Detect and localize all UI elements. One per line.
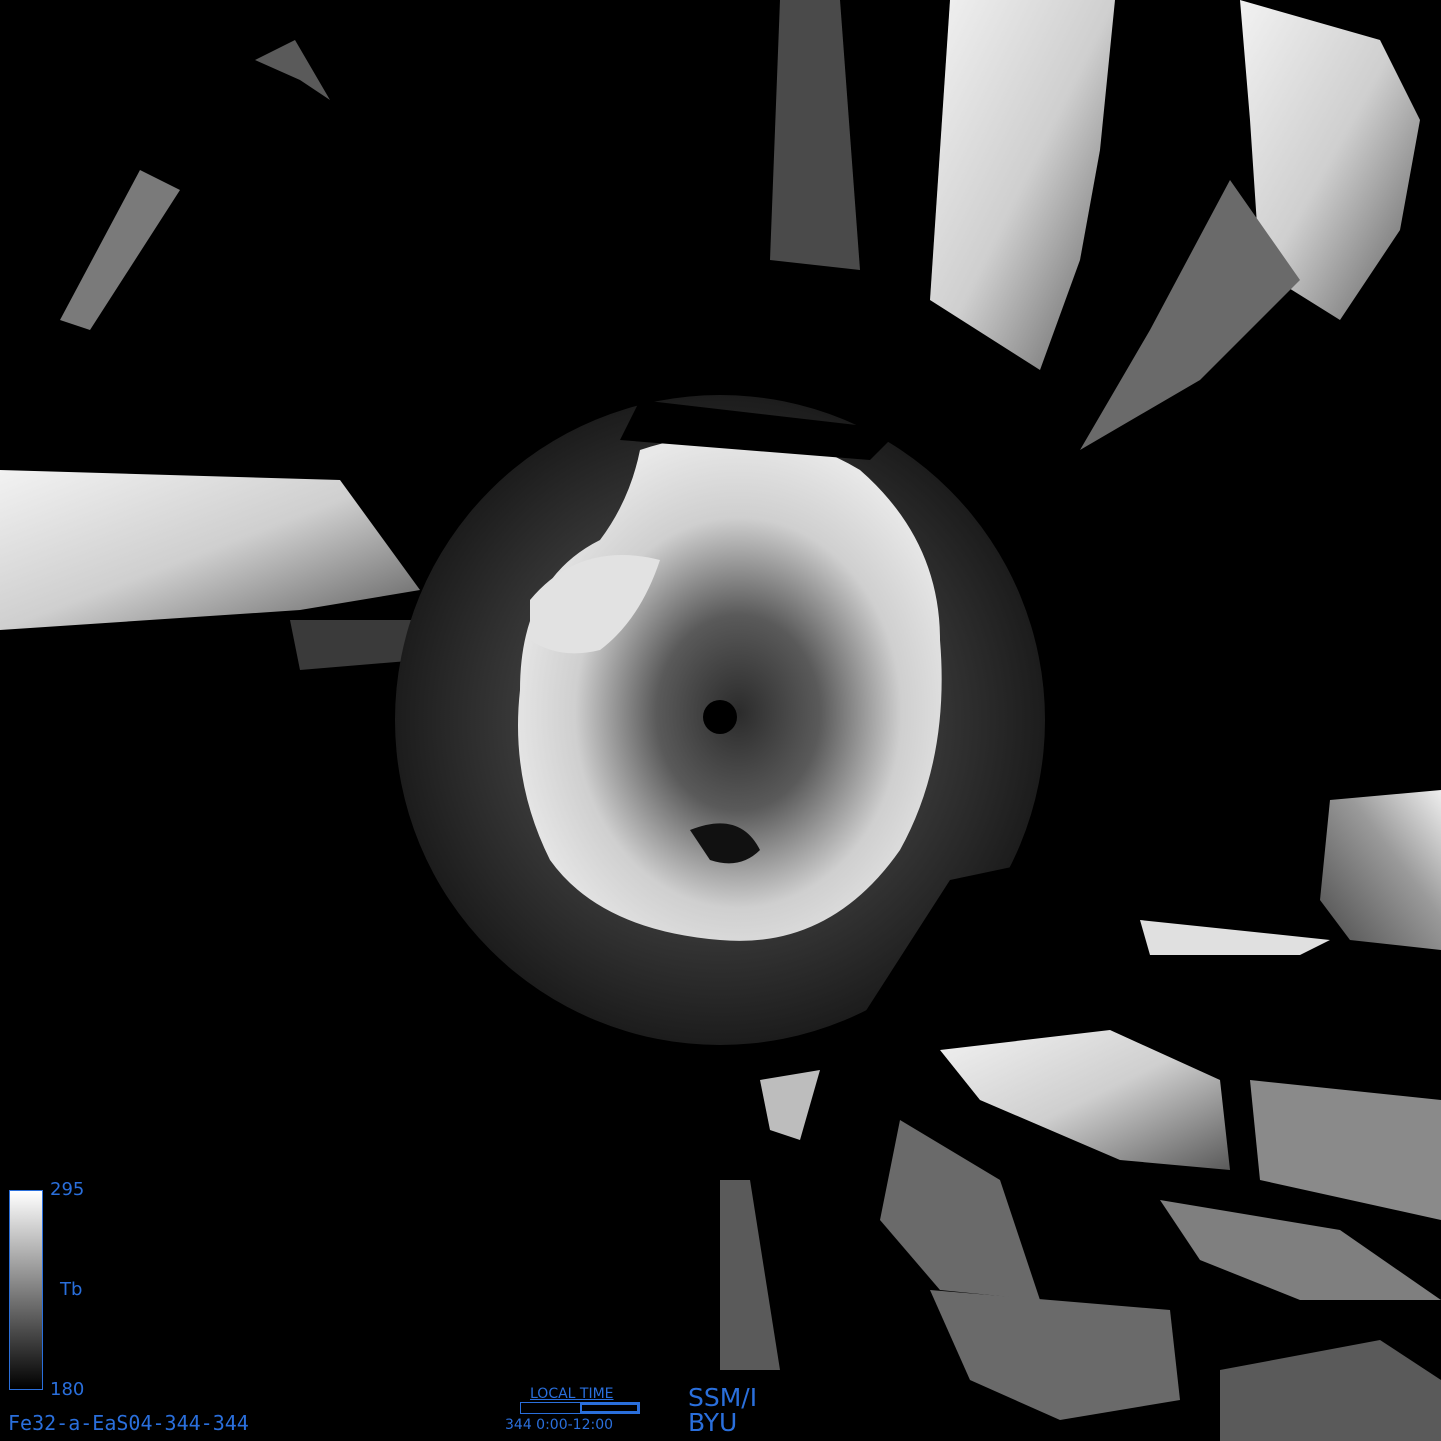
colorbar xyxy=(9,1190,43,1390)
colorbar-unit-label: Tb xyxy=(60,1279,83,1300)
local-time-range: 344 0:00-12:00 xyxy=(505,1417,614,1433)
image-id-label: Fe32-a-EaS04-344-344 xyxy=(8,1411,249,1435)
polar-disk xyxy=(395,395,1045,1045)
brightness-temperature-map xyxy=(0,0,1441,1441)
organization-label: BYU xyxy=(688,1408,738,1437)
local-time-bar-fill xyxy=(580,1403,639,1413)
sensor-label: SSM/I xyxy=(688,1383,758,1412)
colorbar-min-label: 180 xyxy=(50,1379,85,1400)
local-time-bar xyxy=(520,1402,640,1414)
colorbar-max-label: 295 xyxy=(50,1179,85,1200)
local-time-title: LOCAL TIME xyxy=(530,1386,614,1402)
